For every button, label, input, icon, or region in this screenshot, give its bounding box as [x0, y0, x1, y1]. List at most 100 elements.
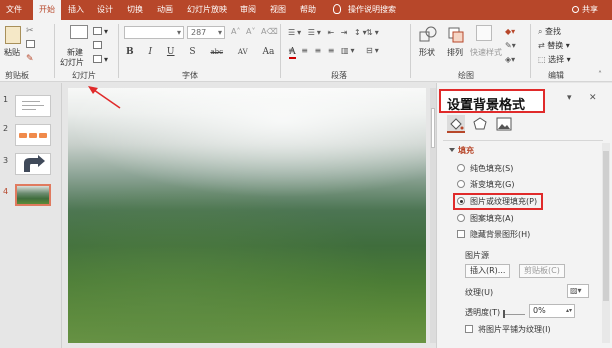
tile-picture-label: 将图片平铺为纹理(I) — [478, 325, 551, 334]
tile-picture-option[interactable]: 将图片平铺为纹理(I) — [465, 324, 551, 335]
align-buttons-row[interactable]: ≡ ≡ ≡ ≡ ▥▾ — [288, 46, 357, 55]
tab-home[interactable]: 开始 — [33, 0, 61, 20]
format-painter-icon[interactable]: ✎ — [26, 54, 34, 64]
shrink-font-icon[interactable]: A˅ — [246, 27, 255, 36]
slide-canvas[interactable] — [68, 88, 426, 343]
shape-outline-icon[interactable]: ✎▾ — [505, 41, 516, 50]
find-button[interactable]: ⌕ 查找 — [538, 26, 561, 37]
list-buttons-row[interactable]: ☰▾ ☰▾ ⇤ ⇥ ↕▾ — [288, 28, 369, 37]
tab-view[interactable]: 视图 — [270, 0, 286, 20]
transparency-input[interactable]: 0% ▴▾ — [529, 304, 575, 318]
transparency-slider[interactable] — [503, 310, 525, 318]
collapse-ribbon-icon[interactable]: ˄ — [598, 70, 602, 79]
tab-transitions[interactable]: 切换 — [127, 0, 143, 20]
effects-category-icon[interactable] — [471, 115, 489, 133]
underline-button[interactable]: U — [167, 47, 175, 57]
lightbulb-icon — [333, 4, 341, 14]
pane-scrollbar-thumb[interactable] — [603, 151, 609, 301]
slider-knob[interactable] — [503, 310, 505, 318]
gradient-fill-option[interactable]: 渐变填充(G) — [457, 179, 514, 190]
paint-bucket-icon — [450, 118, 464, 130]
share-button[interactable]: 共享 — [572, 0, 598, 20]
font-name-select[interactable]: ▾ — [124, 26, 184, 39]
fill-section-header[interactable]: 填充 — [449, 145, 474, 156]
pane-options-icon[interactable]: ▾ — [567, 93, 572, 103]
change-case-button[interactable]: Aa — [263, 47, 275, 57]
quick-styles-icon[interactable] — [476, 25, 492, 41]
clear-format-icon[interactable]: A⌫ — [261, 27, 278, 36]
align-text-icon[interactable]: ⊟▾ — [366, 46, 381, 55]
ribbon: 粘贴 ✂ ✎ 剪贴板 新建 幻灯片 ▾ ▾ 幻灯片 ▾ 287 ▾ A˄ A˅ A… — [0, 20, 612, 82]
checkbox[interactable] — [457, 230, 465, 238]
paste-icon[interactable] — [5, 26, 21, 44]
new-slide-icon[interactable] — [70, 25, 88, 39]
texture-picker[interactable]: ▨▾ — [567, 284, 589, 298]
ribbon-divider — [54, 24, 55, 78]
texture-label: 纹理(U) — [465, 288, 494, 297]
arrange-button[interactable]: 排列 — [447, 47, 463, 58]
picture-texture-fill-option[interactable]: 图片或纹理填充(P) — [457, 196, 537, 207]
find-label: 查找 — [545, 27, 562, 36]
grow-font-icon[interactable]: A˄ — [231, 27, 240, 36]
tab-slideshow[interactable]: 幻灯片放映 — [187, 0, 227, 20]
cut-icon[interactable]: ✂ — [26, 26, 34, 36]
checkbox[interactable] — [465, 325, 473, 333]
slide-thumbnail-4[interactable] — [15, 184, 51, 206]
radio-button-selected[interactable] — [457, 197, 465, 205]
tab-file[interactable]: 文件 — [6, 0, 22, 20]
pane-scrollbar[interactable] — [602, 143, 610, 343]
pattern-fill-option[interactable]: 图案填充(A) — [457, 213, 514, 224]
paste-button[interactable]: 粘贴 — [4, 47, 20, 58]
shape-effects-icon[interactable]: ◈▾ — [505, 55, 515, 64]
person-icon — [572, 6, 579, 13]
texture-swatch-icon: ▨▾ — [570, 286, 582, 295]
quick-styles-button[interactable]: 快速样式 — [470, 47, 502, 58]
text-direction-icon[interactable]: ⇅▾ — [366, 28, 381, 37]
shapes-button[interactable]: 形状 — [419, 47, 435, 58]
strikethrough-button[interactable]: abc — [210, 48, 223, 56]
tab-review[interactable]: 审阅 — [240, 0, 256, 20]
paragraph-group-label: 段落 — [331, 71, 347, 80]
tab-insert[interactable]: 插入 — [68, 0, 84, 20]
radio-button[interactable] — [457, 214, 465, 222]
copy-icon[interactable] — [26, 40, 37, 49]
radio-button[interactable] — [457, 164, 465, 172]
font-size-select[interactable]: 287 ▾ — [187, 26, 225, 39]
shapes-icon[interactable] — [419, 26, 437, 44]
pane-title: 设置背景格式 — [447, 98, 526, 113]
tell-me-search[interactable]: 操作说明搜索 — [348, 0, 396, 20]
hide-background-option[interactable]: 隐藏背景图形(H) — [457, 229, 530, 240]
insert-picture-button[interactable]: 插入(R)... — [465, 264, 511, 278]
picture-category-icon[interactable] — [495, 115, 513, 133]
replace-button[interactable]: ⇄ 替换 ▾ — [538, 40, 570, 51]
radio-button[interactable] — [457, 180, 465, 188]
slide-thumbnail-2[interactable] — [15, 124, 51, 146]
search-icon: ⌕ — [538, 27, 546, 36]
char-spacing-button[interactable]: AV — [238, 48, 248, 56]
clipboard-button[interactable]: 剪贴板(C) — [519, 264, 565, 278]
shape-fill-icon[interactable]: ◆▾ — [505, 27, 515, 36]
arrange-icon[interactable] — [447, 26, 465, 44]
scrollbar-thumb[interactable] — [431, 108, 435, 148]
italic-button[interactable]: I — [148, 47, 152, 57]
tab-help[interactable]: 帮助 — [300, 0, 316, 20]
slide-thumbnail-3[interactable] — [15, 153, 51, 175]
tab-design[interactable]: 设计 — [97, 0, 113, 20]
fill-category-icon[interactable] — [447, 115, 465, 133]
fill-section-label: 填充 — [458, 146, 474, 155]
solid-fill-option[interactable]: 纯色填充(S) — [457, 163, 513, 174]
slide-thumbnail-1[interactable] — [15, 95, 51, 117]
replace-label: 替换 — [547, 41, 564, 50]
section-icon[interactable]: ▾ — [93, 55, 108, 64]
tab-animations[interactable]: 动画 — [157, 0, 173, 20]
shadow-button[interactable]: S — [189, 47, 195, 57]
spinner-icon[interactable]: ▴▾ — [566, 305, 572, 317]
slide-number: 2 — [3, 124, 9, 133]
new-slide-button-line2[interactable]: 幻灯片 — [60, 57, 84, 68]
layout-icon[interactable]: ▾ — [93, 27, 108, 36]
close-icon[interactable]: ✕ — [589, 93, 597, 103]
bold-button[interactable]: B — [126, 47, 134, 57]
slide-number: 3 — [3, 156, 9, 165]
select-button[interactable]: ⬚ 选择 ▾ — [538, 54, 571, 65]
reset-icon[interactable] — [93, 41, 104, 50]
